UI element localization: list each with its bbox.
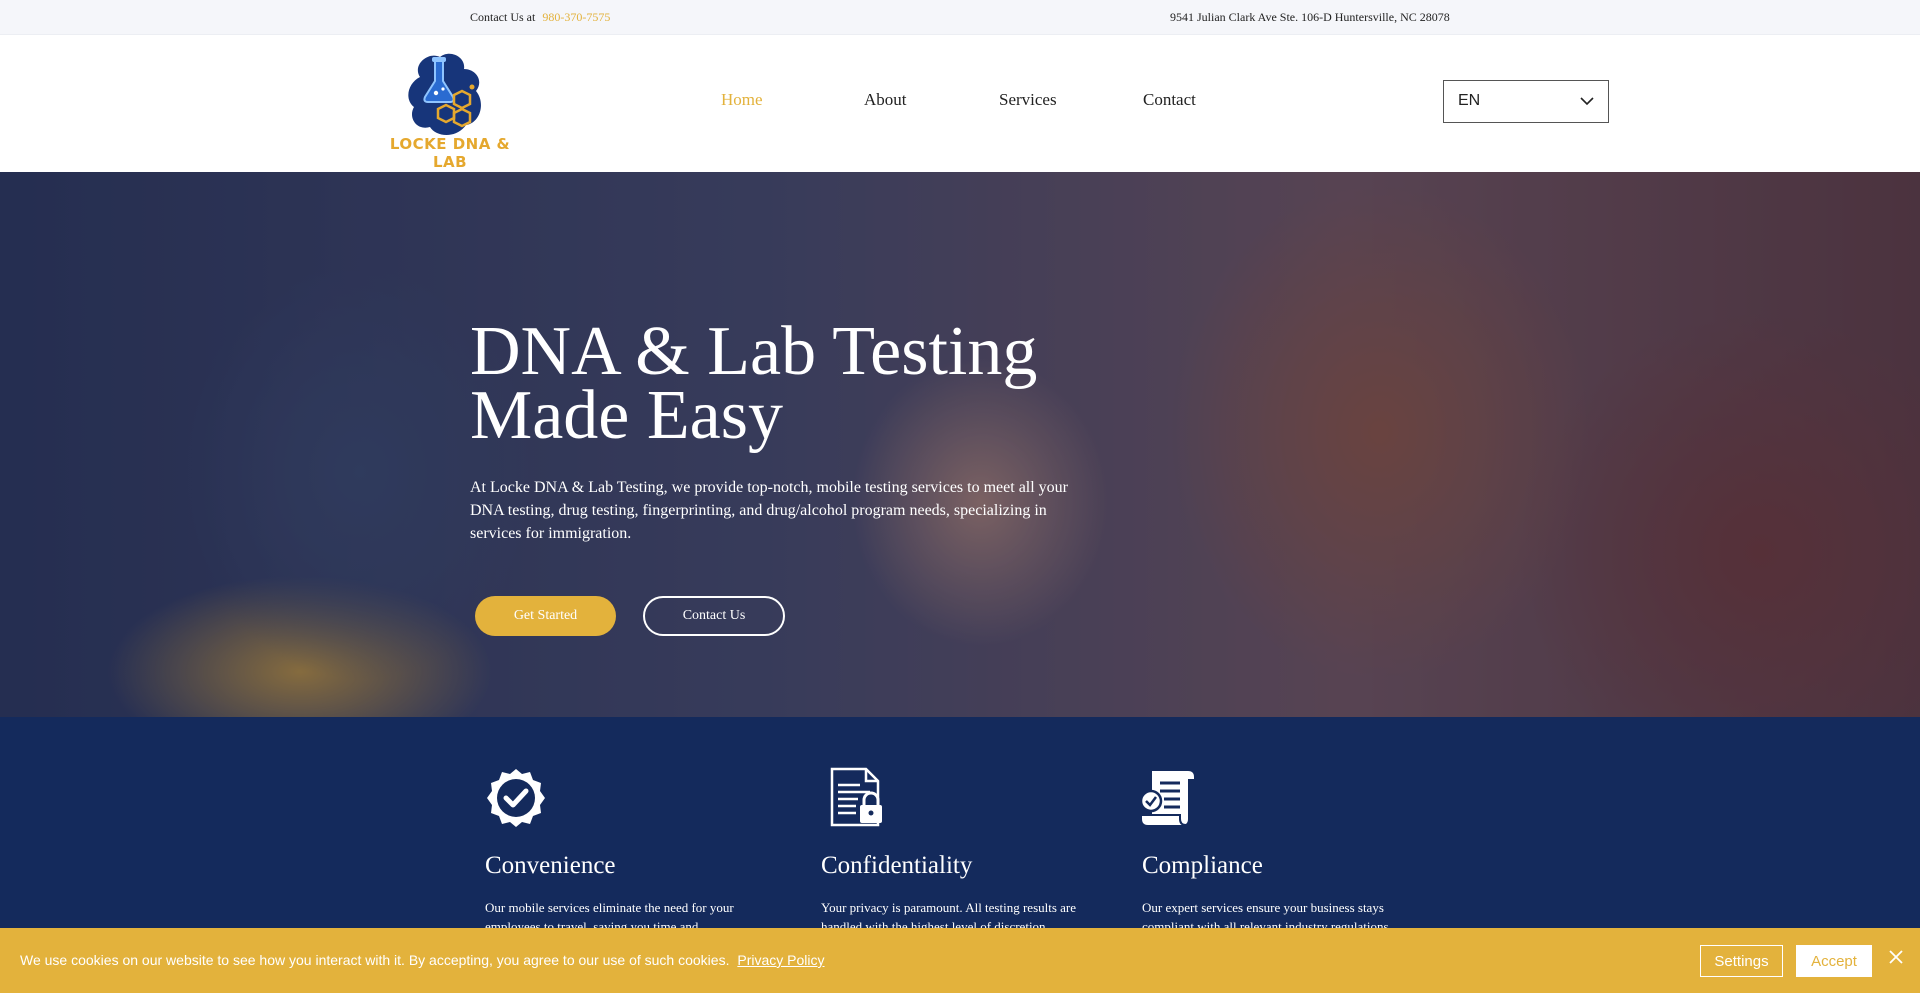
contact-label: Contact Us at	[470, 10, 536, 24]
cookie-accept-button[interactable]: Accept	[1796, 945, 1872, 977]
locked-document-icon	[830, 767, 882, 827]
nav-about[interactable]: About	[864, 90, 907, 110]
chevron-down-icon	[1580, 97, 1594, 106]
nav-services[interactable]: Services	[999, 90, 1057, 110]
hero-description: At Locke DNA & Lab Testing, we provide t…	[470, 479, 1069, 542]
cookie-settings-button[interactable]: Settings	[1700, 945, 1783, 977]
privacy-policy-link[interactable]: Privacy Policy	[737, 952, 824, 968]
hero-section: DNA & Lab Testing Made Easy At Locke DNA…	[0, 172, 1920, 717]
hero-title: DNA & Lab Testing Made Easy	[470, 317, 1150, 451]
dna-lab-logo-icon	[408, 53, 481, 135]
site-header: LOCKE DNA & LAB Home About Services Cont…	[0, 35, 1920, 172]
feature-title: Compliance	[1142, 852, 1263, 879]
cookie-message: We use cookies on our website to see how…	[20, 952, 825, 968]
site-logo[interactable]: LOCKE DNA & LAB	[380, 47, 520, 171]
check-badge-icon	[487, 769, 545, 827]
address-text: 9541 Julian Clark Ave Ste. 106-D Hunters…	[1170, 10, 1450, 24]
contact-us-button[interactable]: Contact Us	[643, 596, 785, 636]
nav-home[interactable]: Home	[721, 90, 763, 110]
logo-text: LOCKE DNA & LAB	[389, 135, 511, 171]
contact-info: Contact Us at 980-370-7575	[470, 10, 610, 25]
cookie-message-text: We use cookies on our website to see how…	[20, 952, 730, 968]
language-select[interactable]: EN	[1443, 80, 1609, 123]
feature-title: Confidentiality	[821, 852, 973, 879]
phone-link[interactable]: 980-370-7575	[542, 10, 610, 24]
hero-title-line2: Made Easy	[470, 377, 783, 454]
language-value: EN	[1458, 92, 1481, 109]
top-info-bar: Contact Us at 980-370-7575 9541 Julian C…	[0, 0, 1920, 35]
cookie-banner: We use cookies on our website to see how…	[0, 928, 1920, 993]
certificate-scroll-icon	[1139, 771, 1194, 826]
get-started-button[interactable]: Get Started	[475, 596, 616, 636]
nav-contact[interactable]: Contact	[1143, 90, 1196, 110]
close-icon[interactable]	[1888, 949, 1904, 965]
feature-title: Convenience	[485, 852, 616, 879]
